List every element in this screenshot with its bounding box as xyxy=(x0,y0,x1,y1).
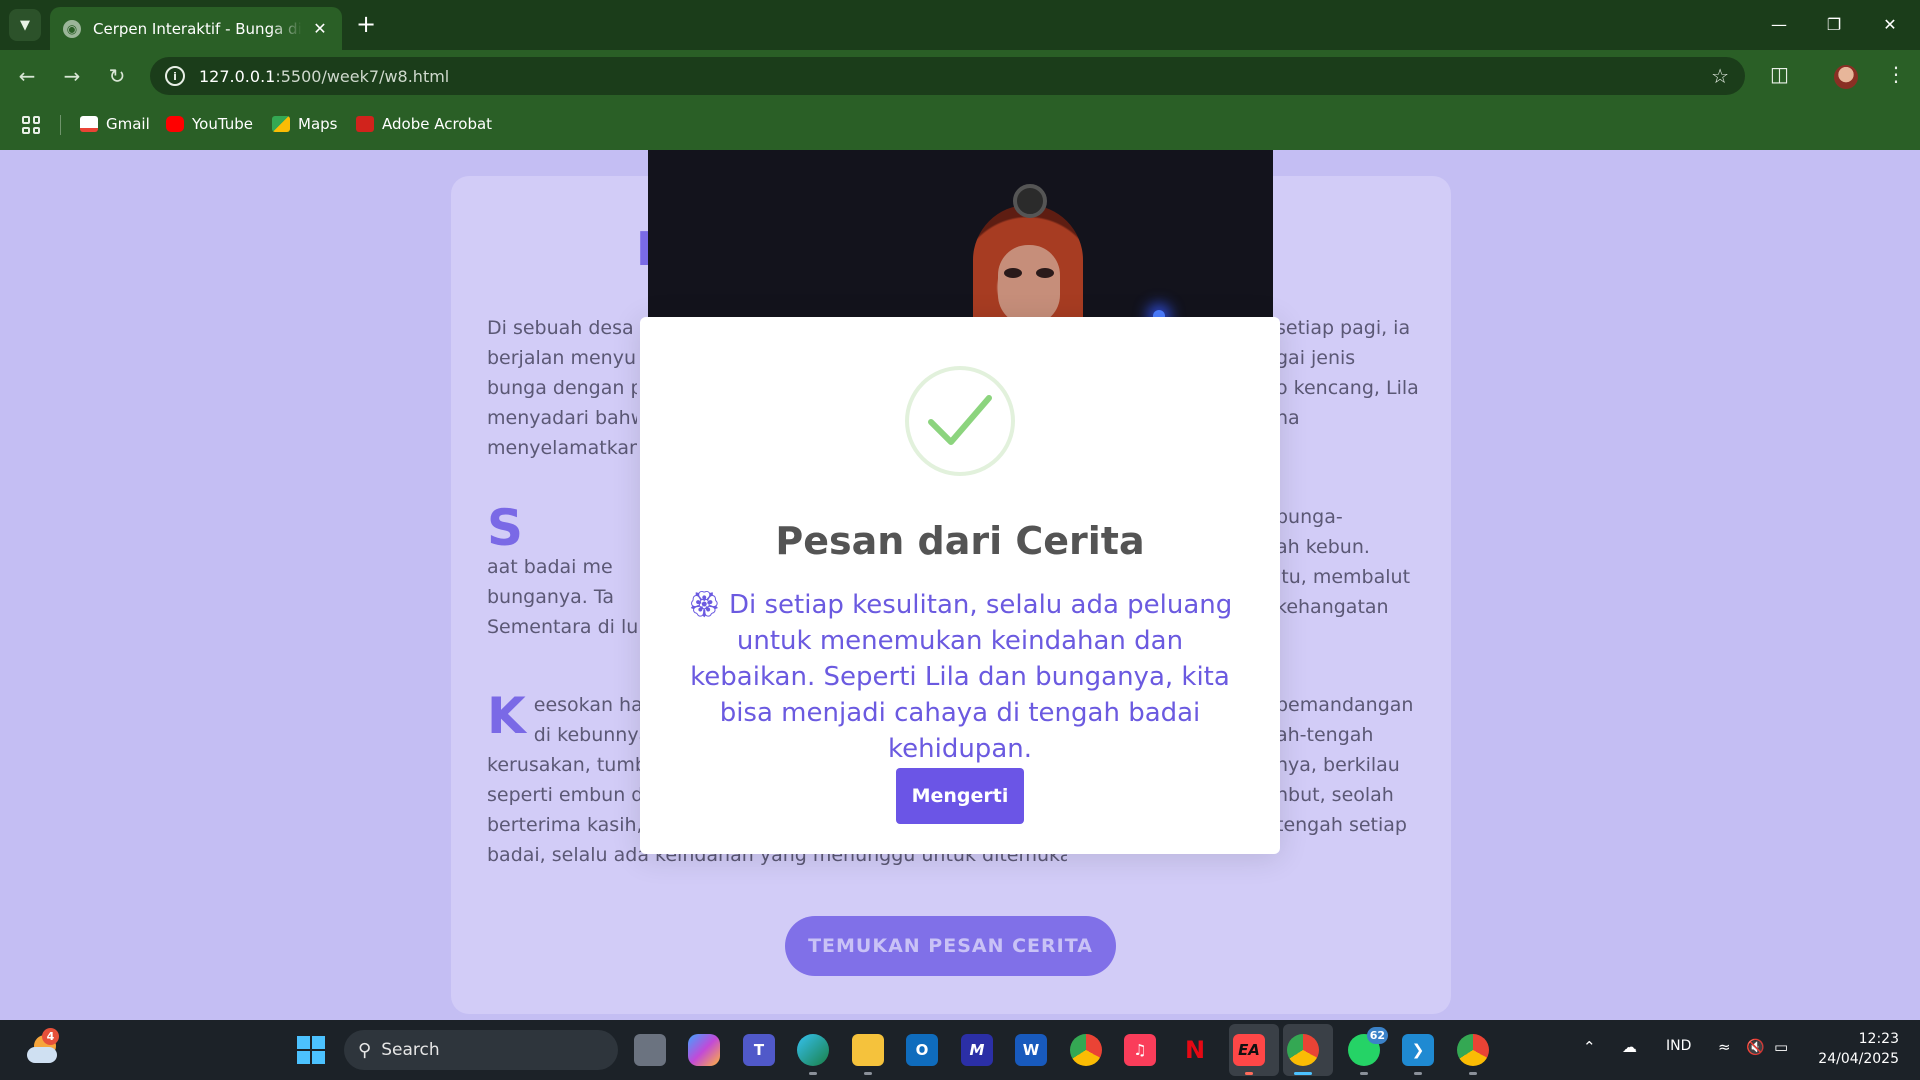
new-tab-button[interactable]: + xyxy=(352,11,380,39)
url-host: 127.0.0.1 xyxy=(199,66,276,86)
paragraph-1-right: setiap pagi, ia gai jenis o kencang, Lil… xyxy=(1276,317,1419,429)
character-face xyxy=(998,245,1060,318)
running-indicator xyxy=(1360,1072,1368,1075)
bookmark-youtube[interactable]: YouTube xyxy=(166,115,253,133)
music-icon[interactable]: ♫ xyxy=(1124,1034,1156,1066)
back-button[interactable]: ← xyxy=(12,61,42,91)
profile-avatar[interactable] xyxy=(1834,65,1858,89)
running-indicator xyxy=(864,1072,872,1075)
globe-icon: ◉ xyxy=(63,19,81,38)
acrobat-icon xyxy=(356,116,374,132)
running-indicator xyxy=(1294,1072,1312,1075)
message-modal: Pesan dari Cerita 🏵 Di setiap kesulitan,… xyxy=(640,317,1280,854)
character-eyes xyxy=(1004,268,1054,280)
success-check-icon xyxy=(905,366,1015,476)
extensions-icon[interactable]: ◫ xyxy=(1770,62,1789,86)
close-tab-icon[interactable]: ✕ xyxy=(310,19,330,38)
paragraph-1: Di sebuah desa k berjalan menyusu bunga … xyxy=(487,317,637,459)
paragraph-2-right: bunga- ah kebun. itu, membalut kehangata… xyxy=(1276,506,1411,618)
url-path: :5500/week7/w8.html xyxy=(275,66,450,86)
edge-icon[interactable] xyxy=(797,1034,829,1075)
modal-title: Pesan dari Cerita xyxy=(775,519,1145,563)
browser-toolbar: ← → ↻ i 127.0.0.1:5500/week7/w8.html ☆ ◫… xyxy=(0,50,1920,100)
teams-icon[interactable]: T xyxy=(743,1034,775,1066)
dropcap-s: S xyxy=(487,502,524,557)
bookmark-label: Adobe Acrobat xyxy=(382,115,493,133)
netflix-icon[interactable]: N xyxy=(1179,1034,1211,1066)
forward-button[interactable]: → xyxy=(57,61,87,91)
chevron-up-icon[interactable]: ⌃ xyxy=(1583,1038,1596,1056)
find-message-button[interactable]: TEMUKAN PESAN CERITA xyxy=(785,916,1116,976)
vscode-icon[interactable]: ❯ xyxy=(1402,1034,1434,1075)
paragraph-3-right: pemandangan ah-tengah nya, berkilau nbut… xyxy=(1276,694,1414,836)
copilot-icon[interactable] xyxy=(688,1034,720,1066)
active-tab[interactable]: ◉ Cerpen Interaktif - Bunga di Tengah Ba… xyxy=(50,7,342,50)
clock-date: 24/04/2025 xyxy=(1818,1051,1899,1067)
minimize-button[interactable]: — xyxy=(1751,0,1807,48)
paragraph-2-text: aat badai me bunganya. Ta Sementara di l… xyxy=(487,556,637,652)
paragraph-2: S aat badai me bunganya. Ta Sementara di… xyxy=(487,502,637,652)
windows-taskbar: 4 ⚲ Search T O M W ♫ N EA 62 ❯ ⌃ ☁ IND ≈… xyxy=(0,1020,1920,1080)
whatsapp-badge: 62 xyxy=(1366,1027,1388,1044)
input-language[interactable]: IND xyxy=(1666,1038,1691,1054)
maps-icon xyxy=(272,116,290,132)
reload-button[interactable]: ↻ xyxy=(102,61,132,91)
start-button[interactable] xyxy=(297,1036,325,1064)
outlook-icon[interactable]: O xyxy=(906,1034,938,1066)
address-bar[interactable]: i 127.0.0.1:5500/week7/w8.html ☆ xyxy=(150,57,1745,95)
tab-strip: ▼ ◉ Cerpen Interaktif - Bunga di Tengah … xyxy=(0,0,1920,50)
close-window-button[interactable]: ✕ xyxy=(1862,0,1918,48)
bookmark-label: Gmail xyxy=(106,115,150,133)
clock-time: 12:23 xyxy=(1858,1031,1899,1047)
chrome-icon[interactable] xyxy=(1070,1034,1102,1066)
apps-grid-icon[interactable] xyxy=(22,116,40,134)
editor-app-icon[interactable]: M xyxy=(961,1034,993,1066)
bookmark-label: Maps xyxy=(298,115,338,133)
file-explorer-icon[interactable] xyxy=(852,1034,884,1075)
running-indicator xyxy=(809,1072,817,1075)
modal-message: 🏵 Di setiap kesulitan, selalu ada peluan… xyxy=(687,590,1233,764)
weather-badge: 4 xyxy=(42,1028,59,1045)
cloud-icon xyxy=(27,1047,57,1063)
bookmark-gmail[interactable]: Gmail xyxy=(80,115,150,133)
tab-search-button[interactable]: ▼ xyxy=(9,9,41,41)
bookmarks-divider xyxy=(60,115,61,135)
youtube-icon xyxy=(166,116,184,132)
site-info-icon[interactable]: i xyxy=(165,66,185,86)
understood-button[interactable]: Mengerti xyxy=(896,768,1024,824)
menu-icon[interactable]: ⋮ xyxy=(1886,62,1906,86)
bookmark-star-icon[interactable]: ☆ xyxy=(1711,64,1729,88)
bookmarks-bar: Gmail YouTube Maps Adobe Acrobat xyxy=(0,100,1920,150)
bookmark-maps[interactable]: Maps xyxy=(272,115,337,133)
story-video[interactable] xyxy=(648,150,1273,318)
head-mirror xyxy=(1013,184,1047,218)
bookmark-adobe-acrobat[interactable]: Adobe Acrobat xyxy=(356,115,492,133)
bookmark-label: YouTube xyxy=(192,115,253,133)
running-indicator xyxy=(1469,1072,1477,1075)
taskbar-search[interactable]: ⚲ Search xyxy=(344,1030,618,1070)
ea-app-icon[interactable]: EA xyxy=(1233,1034,1265,1075)
search-placeholder: Search xyxy=(381,1040,440,1060)
onedrive-error-icon[interactable]: ☁ xyxy=(1622,1038,1637,1056)
word-icon[interactable]: W xyxy=(1015,1034,1047,1066)
chrome-profile-icon[interactable] xyxy=(1287,1034,1319,1075)
restore-button[interactable]: ❐ xyxy=(1806,0,1862,48)
whatsapp-icon[interactable]: 62 xyxy=(1348,1027,1388,1075)
weather-widget[interactable]: 4 xyxy=(26,1028,60,1066)
system-clock[interactable]: 12:23 24/04/2025 xyxy=(1818,1029,1899,1069)
gmail-icon xyxy=(80,116,98,132)
search-icon: ⚲ xyxy=(358,1039,372,1061)
speaker-muted-icon[interactable]: 🔇 xyxy=(1746,1038,1765,1056)
wifi-icon[interactable]: ≈ xyxy=(1718,1038,1731,1056)
dropcap-k: K xyxy=(487,690,526,745)
battery-icon[interactable]: ▭ xyxy=(1774,1038,1788,1056)
running-indicator xyxy=(1414,1072,1422,1075)
running-indicator xyxy=(1245,1072,1253,1075)
task-view-icon[interactable] xyxy=(634,1034,666,1066)
tab-title: Cerpen Interaktif - Bunga di Tengah Bada… xyxy=(93,19,302,38)
chrome-second-profile-icon[interactable] xyxy=(1457,1034,1489,1075)
